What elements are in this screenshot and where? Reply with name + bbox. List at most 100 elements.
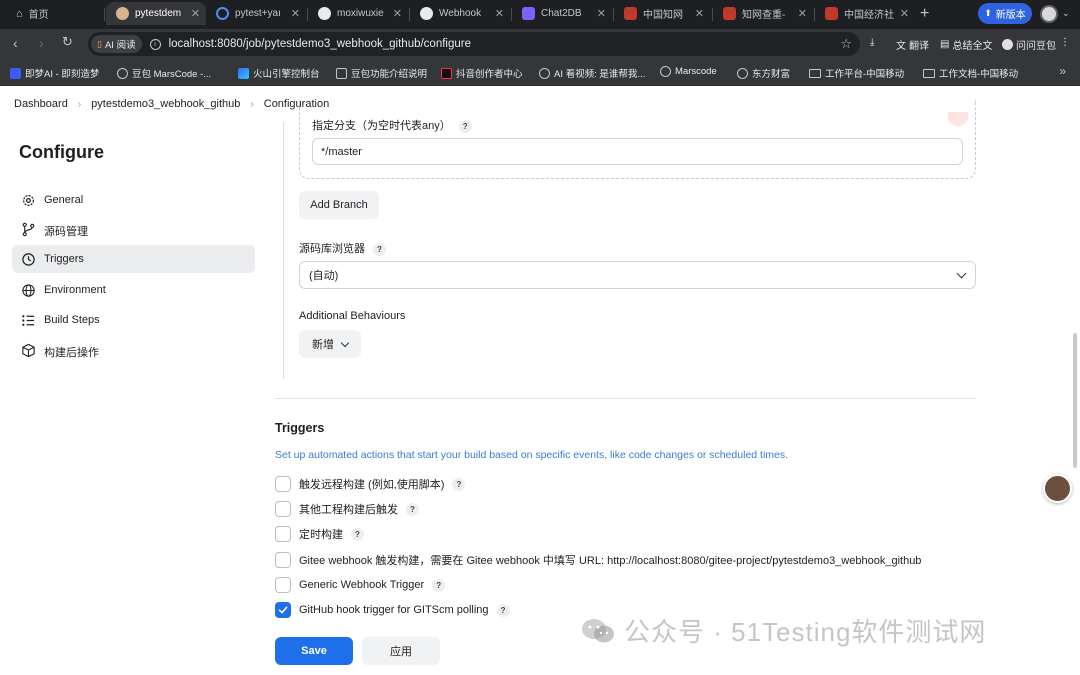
add-branch-button[interactable]: Add Branch <box>299 191 379 219</box>
apply-button[interactable]: 应用 <box>362 637 440 665</box>
bookmark-folder[interactable]: 工作平台-中国移动 <box>809 66 904 80</box>
breadcrumb-job[interactable]: pytestdemo3_webhook_github <box>91 98 240 110</box>
breadcrumb-dashboard[interactable]: Dashboard <box>14 98 68 110</box>
checkbox[interactable] <box>275 552 291 568</box>
back-icon[interactable]: ‹ <box>13 35 18 51</box>
close-icon[interactable]: ✕ <box>597 7 606 20</box>
browser-icon <box>216 7 229 20</box>
tab-jenkins[interactable]: pytestdem ✕ <box>106 2 206 25</box>
trigger-remote-build[interactable]: 触发远程构建 (例如,使用脚本) ? <box>275 475 466 493</box>
close-icon[interactable]: ✕ <box>798 7 807 20</box>
trigger-after-other-project[interactable]: 其他工程构建后触发 ? <box>275 500 419 518</box>
sidebar-item-triggers[interactable]: Triggers <box>12 245 255 273</box>
help-icon[interactable]: ? <box>452 477 466 491</box>
sidebar-item-general[interactable]: General <box>12 186 255 214</box>
home-icon: ⌂ <box>16 7 23 20</box>
globe-icon <box>737 67 748 79</box>
sidebar-item-post-build[interactable]: 构建后操作 <box>12 336 255 364</box>
add-behaviour-button[interactable]: 新增 <box>299 330 361 358</box>
ai-read-button[interactable]: ▯ AI 阅读 <box>91 35 142 53</box>
help-icon[interactable]: ? <box>351 527 364 541</box>
checkbox[interactable] <box>275 476 291 492</box>
wechat-icon <box>582 618 614 642</box>
folder-icon <box>809 68 821 78</box>
chevron-right-icon: › <box>250 98 254 110</box>
forward-icon[interactable]: › <box>39 35 44 51</box>
checkbox-checked[interactable] <box>275 602 291 618</box>
globe-icon <box>660 66 671 77</box>
tab-webhook[interactable]: Webhook ✕ <box>410 2 510 25</box>
sidebar-item-build-steps[interactable]: Build Steps <box>12 306 255 334</box>
tab-economy[interactable]: 中国经济社 ✕ <box>815 2 915 25</box>
watermark: 公众号 · 51Testing软件测试网 <box>580 612 986 649</box>
repo-browser-select[interactable]: (自动) <box>299 261 976 289</box>
translate-icon: 文 <box>896 41 906 52</box>
help-icon[interactable]: ? <box>458 119 472 133</box>
list-icon <box>22 315 35 326</box>
tab-label: Chat2DB <box>541 8 582 19</box>
sidebar-item-scm[interactable]: 源码管理 <box>12 215 255 243</box>
branch-input[interactable]: */master <box>312 138 963 165</box>
help-icon[interactable]: ? <box>406 502 419 516</box>
github-icon <box>420 7 433 20</box>
bookmark-item[interactable]: 豆包 MarsCode -... <box>117 66 211 80</box>
close-icon[interactable]: ✕ <box>291 7 300 20</box>
bookmark-item[interactable]: 豆包功能介绍说明 <box>336 66 427 80</box>
close-icon[interactable]: ✕ <box>393 7 402 20</box>
trigger-github-hook[interactable]: GitHub hook trigger for GITScm polling ? <box>275 601 510 619</box>
chevron-right-double-icon[interactable]: » <box>1059 64 1066 78</box>
reload-icon[interactable]: ↻ <box>62 34 73 50</box>
profile-avatar[interactable] <box>1040 5 1058 23</box>
ask-doubao-button[interactable]: 问问豆包 <box>1002 37 1056 52</box>
tab-cnki-check[interactable]: 知网查重- ✕ <box>713 2 813 25</box>
tab-chat2db[interactable]: Chat2DB ✕ <box>512 2 612 25</box>
chevron-down-icon[interactable]: ⌄ <box>1062 8 1070 19</box>
new-version-button[interactable]: ⬆ 新版本 <box>978 3 1032 24</box>
help-icon[interactable]: ? <box>373 242 386 256</box>
bookmark-item[interactable]: AI 看视频: 是谁帮我... <box>539 66 645 80</box>
bookmark-item[interactable]: 抖音创作者中心 <box>441 66 523 80</box>
sidebar-item-label: Build Steps <box>44 314 100 326</box>
sidebar-item-label: Environment <box>44 284 106 296</box>
scrollbar[interactable] <box>1073 333 1077 468</box>
tab-pytest[interactable]: pytest+yaı ✕ <box>206 2 306 25</box>
new-tab-button[interactable]: + <box>920 5 929 23</box>
info-icon[interactable]: i <box>149 38 161 50</box>
bookmark-item[interactable]: 东方财富 <box>737 66 790 80</box>
translate-button[interactable]: 文翻译 <box>896 37 929 52</box>
checkbox[interactable] <box>275 501 291 517</box>
star-icon[interactable]: ☆ <box>840 36 852 52</box>
tab-label: pytest+yaı <box>235 8 281 19</box>
tab-github-moxiwuxie[interactable]: moxiwuxie ✕ <box>308 2 408 25</box>
bookmark-item[interactable]: 火山引擎控制台 <box>238 66 320 80</box>
close-icon[interactable]: ✕ <box>900 7 909 20</box>
chevron-down-icon <box>956 268 967 279</box>
trigger-scheduled[interactable]: 定时构建 ? <box>275 525 364 543</box>
close-icon[interactable]: ✕ <box>191 7 200 20</box>
document-icon: ▤ <box>940 39 950 50</box>
checkbox[interactable] <box>275 577 291 593</box>
bookmark-item[interactable]: 即梦AI - 即刻造梦 <box>10 66 99 80</box>
close-icon[interactable]: ✕ <box>695 7 704 20</box>
tab-cnki[interactable]: 中国知网 ✕ <box>614 2 710 25</box>
download-icon[interactable]: ⤓ <box>870 37 874 48</box>
more-menu-icon[interactable]: ⋮ <box>1060 37 1070 48</box>
sidebar-item-label: 源码管理 <box>44 226 88 238</box>
bookmark-item[interactable]: Marscode <box>660 66 717 77</box>
assistant-avatar[interactable] <box>1043 474 1072 503</box>
address-bar[interactable]: ▯ AI 阅读 i localhost:8080/job/pytestdemo3… <box>88 32 860 56</box>
summary-button[interactable]: ▤ 总结全文 <box>940 37 992 52</box>
sidebar-item-environment[interactable]: Environment <box>12 276 255 304</box>
tab-home[interactable]: ⌂ 首页 <box>6 2 102 25</box>
tab-label: 中国知网 <box>643 10 683 21</box>
trigger-gitee-webhook[interactable]: Gitee webhook 触发构建，需要在 Gitee webhook 中填写… <box>275 551 921 569</box>
trigger-generic-webhook[interactable]: Generic Webhook Trigger ? <box>275 576 446 594</box>
bookmark-folder[interactable]: 工作文档-中国移动 <box>923 66 1018 80</box>
close-icon[interactable]: ✕ <box>495 7 504 20</box>
help-icon[interactable]: ? <box>496 603 510 617</box>
url-text[interactable]: localhost:8080/job/pytestdemo3_webhook_g… <box>169 38 471 50</box>
help-icon[interactable]: ? <box>432 578 446 592</box>
checkbox[interactable] <box>275 526 291 542</box>
save-button[interactable]: Save <box>275 637 353 665</box>
jimeng-icon <box>10 67 21 79</box>
